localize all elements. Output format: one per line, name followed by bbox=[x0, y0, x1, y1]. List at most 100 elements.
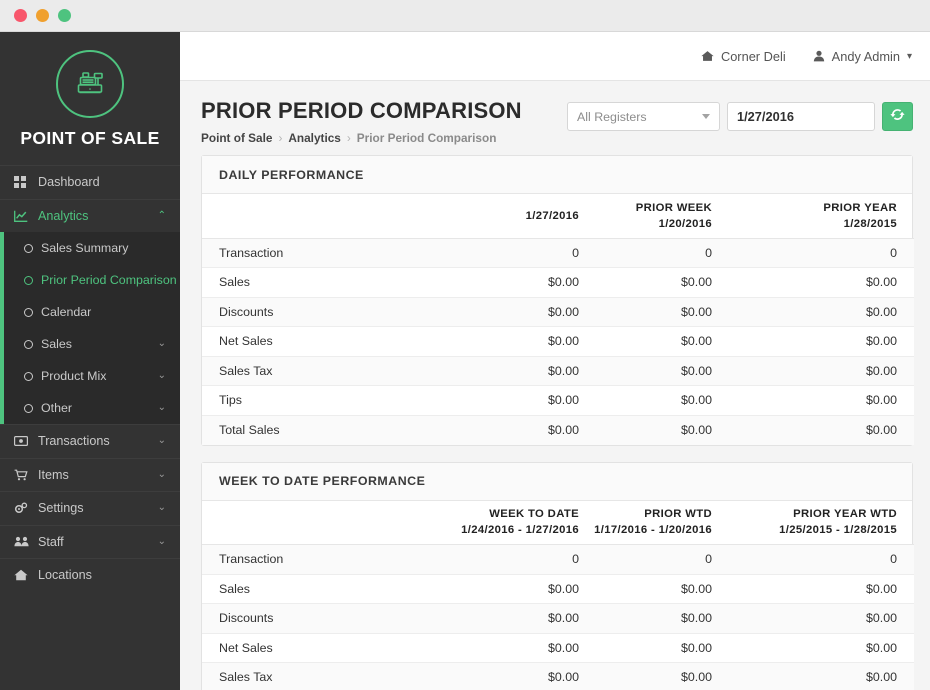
row-value-prior-year: $0.00 bbox=[722, 414, 914, 445]
row-value-prior-year-wtd: $0.00 bbox=[722, 662, 914, 690]
submenu-item-sales[interactable]: Sales ⌄ bbox=[4, 328, 180, 360]
week-to-date-performance-body: Transaction 0 0 0 Sales $0.00 $0.00 $0.0… bbox=[202, 544, 914, 690]
row-value-current: $0.00 bbox=[437, 385, 587, 416]
maximize-window-button[interactable] bbox=[58, 9, 71, 22]
row-value-week-to-date: $0.00 bbox=[392, 662, 587, 690]
row-value-prior-year: $0.00 bbox=[722, 326, 914, 357]
minimize-window-button[interactable] bbox=[36, 9, 49, 22]
chevron-up-icon: ⌃ bbox=[157, 209, 166, 221]
circle-icon bbox=[24, 275, 33, 285]
submenu-item-prior-period-comparison[interactable]: Prior Period Comparison bbox=[4, 264, 180, 296]
user-name: Andy Admin bbox=[831, 48, 900, 64]
chevron-down-icon: ⌄ bbox=[157, 435, 166, 447]
row-value-prior-year: $0.00 bbox=[722, 355, 914, 386]
row-value-current: $0.00 bbox=[437, 267, 587, 298]
date-input[interactable]: 1/27/2016 bbox=[727, 102, 875, 131]
row-value-prior-week: $0.00 bbox=[587, 355, 722, 386]
daily-performance-title: DAILY PERFORMANCE bbox=[202, 156, 912, 195]
row-value-prior-year: $0.00 bbox=[722, 385, 914, 416]
submenu-item-label: Sales Summary bbox=[41, 241, 129, 255]
sidebar-item-label: Transactions bbox=[38, 434, 110, 449]
location-name: Corner Deli bbox=[720, 48, 786, 64]
row-label: Tips bbox=[202, 385, 437, 416]
date-input-value: 1/27/2016 bbox=[737, 109, 794, 124]
table-row: Net Sales $0.00 $0.00 $0.00 bbox=[202, 632, 914, 663]
submenu-item-product-mix[interactable]: Product Mix ⌄ bbox=[4, 360, 180, 392]
daily-performance-body: Transaction 0 0 0 Sales $0.00 $0.00 $0.0… bbox=[202, 237, 914, 445]
circle-icon bbox=[24, 307, 33, 317]
row-value-current: $0.00 bbox=[437, 355, 587, 386]
report-content: DAILY PERFORMANCE 1/27/2016 PRIOR WEEK 1… bbox=[180, 155, 930, 690]
sidebar-item-items[interactable]: Items ⌄ bbox=[0, 457, 180, 492]
daily-performance-table: 1/27/2016 PRIOR WEEK 1/20/2016 PRIOR YEA… bbox=[202, 194, 914, 445]
row-label: Total Sales bbox=[202, 414, 437, 445]
chevron-down-icon: ⌄ bbox=[157, 402, 166, 413]
refresh-button[interactable] bbox=[882, 102, 913, 131]
sidebar-item-dashboard[interactable]: Dashboard bbox=[0, 165, 180, 199]
row-value-current: $0.00 bbox=[437, 414, 587, 445]
chevron-down-icon: ⌄ bbox=[157, 370, 166, 381]
circle-icon bbox=[24, 371, 33, 381]
location-selector[interactable]: Corner Deli bbox=[701, 49, 786, 64]
submenu-item-label: Prior Period Comparison bbox=[41, 273, 177, 287]
sidebar-item-staff[interactable]: Staff ⌄ bbox=[0, 524, 180, 559]
sidebar-item-transactions[interactable]: Transactions ⌄ bbox=[0, 424, 180, 458]
submenu-item-label: Other bbox=[41, 401, 72, 415]
cash-register-icon bbox=[56, 50, 124, 118]
row-value-current: $0.00 bbox=[437, 326, 587, 357]
user-menu[interactable]: Andy Admin ▾ bbox=[813, 49, 912, 64]
brand-name: POINT OF SALE bbox=[20, 128, 160, 148]
close-window-button[interactable] bbox=[14, 9, 27, 22]
home-icon bbox=[701, 50, 714, 62]
column-header-week-to-date: WEEK TO DATE 1/24/2016 - 1/27/2016 bbox=[392, 500, 587, 546]
gears-icon bbox=[14, 502, 31, 514]
users-icon bbox=[14, 536, 31, 547]
row-value-prior-week: $0.00 bbox=[587, 326, 722, 357]
breadcrumb-item-point-of-sale[interactable]: Point of Sale bbox=[201, 131, 272, 145]
table-row: Tips $0.00 $0.00 $0.00 bbox=[202, 385, 914, 416]
chevron-down-icon: ▾ bbox=[906, 50, 912, 62]
submenu-item-other[interactable]: Other ⌄ bbox=[4, 392, 180, 424]
table-row: Total Sales $0.00 $0.00 $0.00 bbox=[202, 414, 914, 445]
breadcrumb-separator: › bbox=[346, 131, 351, 146]
topbar: Corner Deli Andy Admin ▾ bbox=[180, 32, 930, 81]
page-header: PRIOR PERIOD COMPARISON Point of Sale › … bbox=[180, 81, 930, 156]
row-value-week-to-date: $0.00 bbox=[392, 603, 587, 634]
row-label: Transaction bbox=[202, 237, 437, 268]
table-row: Sales Tax $0.00 $0.00 $0.00 bbox=[202, 355, 914, 386]
row-value-week-to-date: $0.00 bbox=[392, 632, 587, 663]
shopping-cart-icon bbox=[14, 469, 31, 481]
register-select[interactable]: All Registers bbox=[567, 102, 720, 131]
breadcrumb-item-analytics[interactable]: Analytics bbox=[288, 131, 340, 145]
week-to-date-performance-panel: WEEK TO DATE PERFORMANCE WEEK TO DATE 1/… bbox=[201, 461, 914, 690]
main-area: Corner Deli Andy Admin ▾ PRIOR PERIOD CO… bbox=[180, 32, 930, 690]
week-to-date-performance-title: WEEK TO DATE PERFORMANCE bbox=[202, 462, 912, 501]
sidebar-item-label: Staff bbox=[38, 534, 64, 549]
sidebar: POINT OF SALE Dashboard Analytics ⌃ Sale… bbox=[0, 32, 180, 690]
sidebar-item-label: Analytics bbox=[38, 208, 89, 223]
submenu-item-calendar[interactable]: Calendar bbox=[4, 296, 180, 328]
sidebar-item-analytics[interactable]: Analytics ⌃ bbox=[0, 198, 180, 233]
column-header-prior-year: PRIOR YEAR 1/28/2015 bbox=[722, 194, 914, 239]
column-header-metric bbox=[202, 194, 437, 239]
analytics-submenu: Sales Summary Prior Period Comparison Ca… bbox=[0, 232, 180, 424]
submenu-item-sales-summary[interactable]: Sales Summary bbox=[4, 232, 180, 264]
sidebar-item-label: Settings bbox=[38, 501, 84, 516]
column-header-prior-week: PRIOR WEEK 1/20/2016 bbox=[587, 194, 722, 239]
row-label: Discounts bbox=[202, 296, 437, 327]
row-value-prior-wtd: 0 bbox=[587, 544, 722, 575]
refresh-icon bbox=[890, 107, 905, 127]
column-header-current: 1/27/2016 bbox=[437, 194, 587, 239]
table-row: Discounts $0.00 $0.00 $0.00 bbox=[202, 603, 914, 634]
row-value-prior-year-wtd: $0.00 bbox=[722, 573, 914, 604]
chart-line-icon bbox=[14, 210, 31, 222]
home-icon bbox=[14, 569, 31, 581]
sidebar-item-settings[interactable]: Settings ⌄ bbox=[0, 491, 180, 525]
row-value-prior-year: $0.00 bbox=[722, 296, 914, 327]
week-to-date-performance-table: WEEK TO DATE 1/24/2016 - 1/27/2016 PRIOR… bbox=[202, 500, 914, 690]
table-row: Discounts $0.00 $0.00 $0.00 bbox=[202, 296, 914, 327]
sidebar-item-label: Items bbox=[38, 467, 69, 482]
column-header-metric bbox=[202, 500, 392, 546]
row-value-prior-wtd: $0.00 bbox=[587, 632, 722, 663]
sidebar-item-locations[interactable]: Locations bbox=[0, 558, 180, 592]
